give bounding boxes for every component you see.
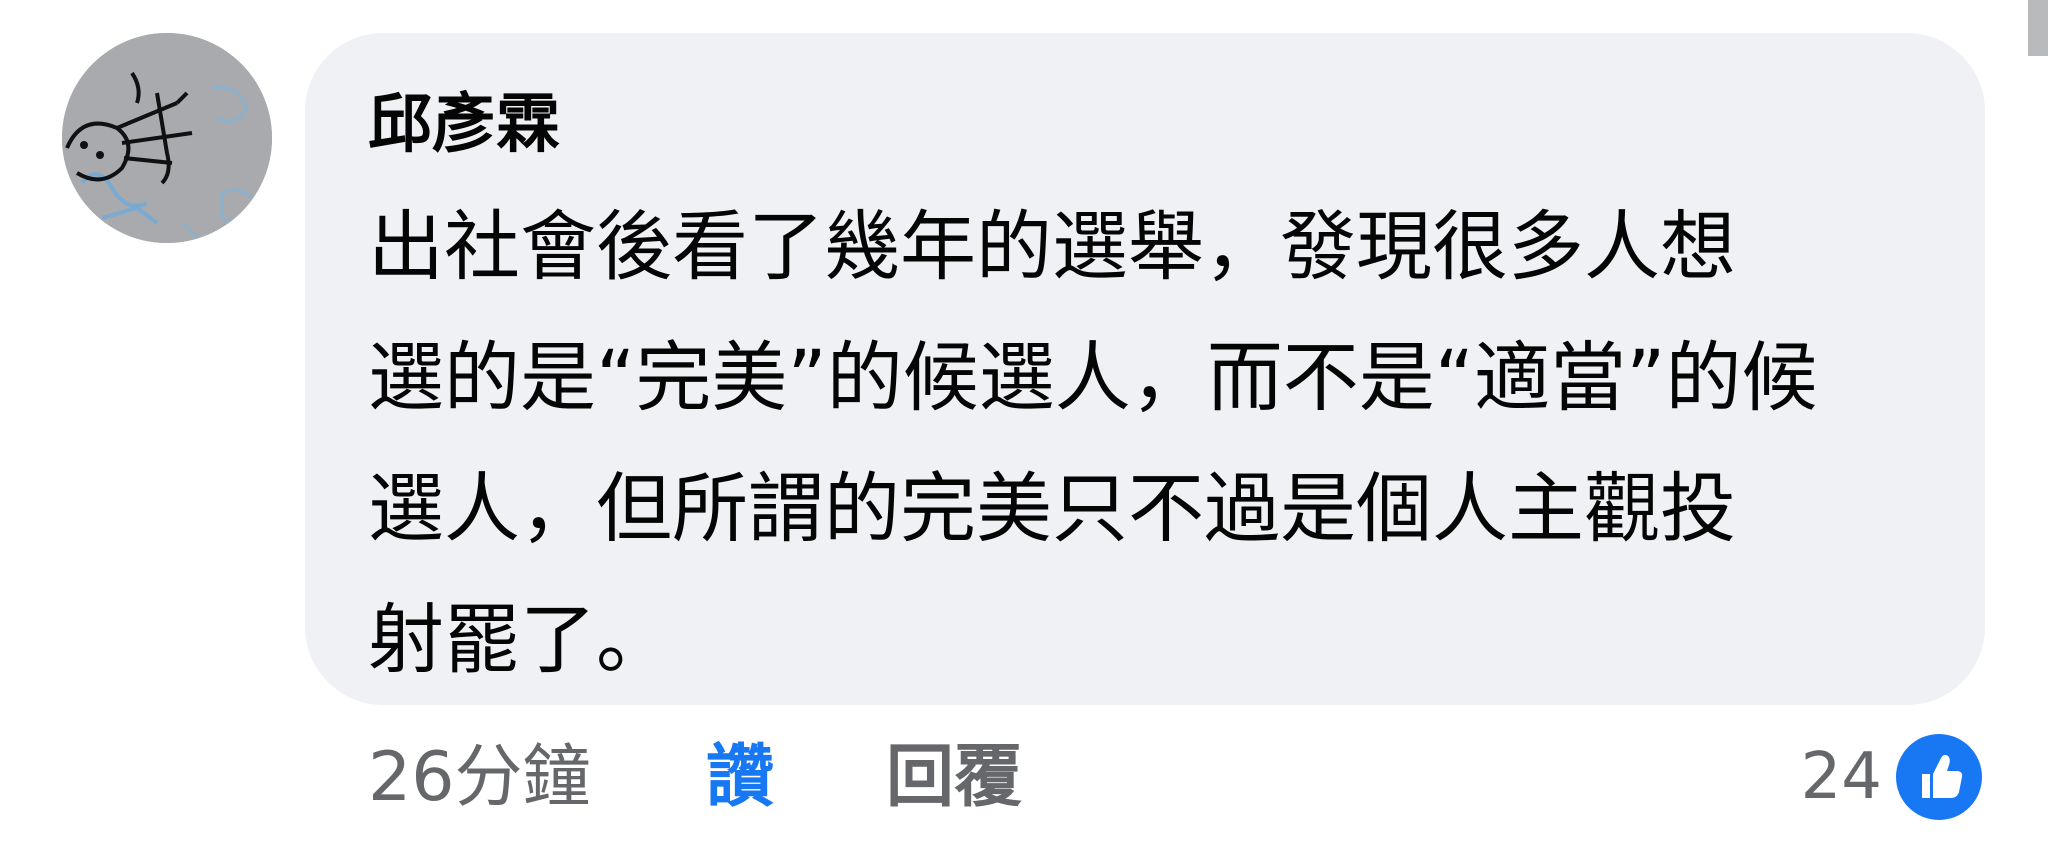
comment-timestamp[interactable]: 26分鐘 [368, 733, 591, 823]
comment-text-line: 射罷了。 [368, 595, 672, 684]
comment-text: 出社會後看了幾年的選舉，發現很多人想 選的是“完美”的候選人，而不是“適當”的候… [368, 181, 1928, 705]
avatar[interactable] [62, 33, 272, 243]
reaction-summary[interactable]: 24 [1801, 732, 1982, 822]
like-thumb-icon [1896, 734, 1982, 820]
like-button[interactable]: 讚 [706, 733, 774, 823]
doodle-avatar-image [62, 33, 272, 243]
comment-text-line: 選人，但所謂的完美只不過是個人主觀投 [368, 464, 1736, 553]
comment-author[interactable]: 邱彥霖 [368, 83, 560, 167]
reaction-count: 24 [1800, 740, 1882, 814]
scrollbar-thumb[interactable] [2028, 0, 2048, 56]
reply-button[interactable]: 回覆 [886, 733, 1022, 823]
comment-thread: 邱彥霖 出社會後看了幾年的選舉，發現很多人想 選的是“完美”的候選人，而不是“適… [0, 0, 2048, 859]
comment-text-line: 出社會後看了幾年的選舉，發現很多人想 [368, 202, 1736, 291]
comment-text-line: 選的是“完美”的候選人，而不是“適當”的候 [368, 333, 1818, 422]
